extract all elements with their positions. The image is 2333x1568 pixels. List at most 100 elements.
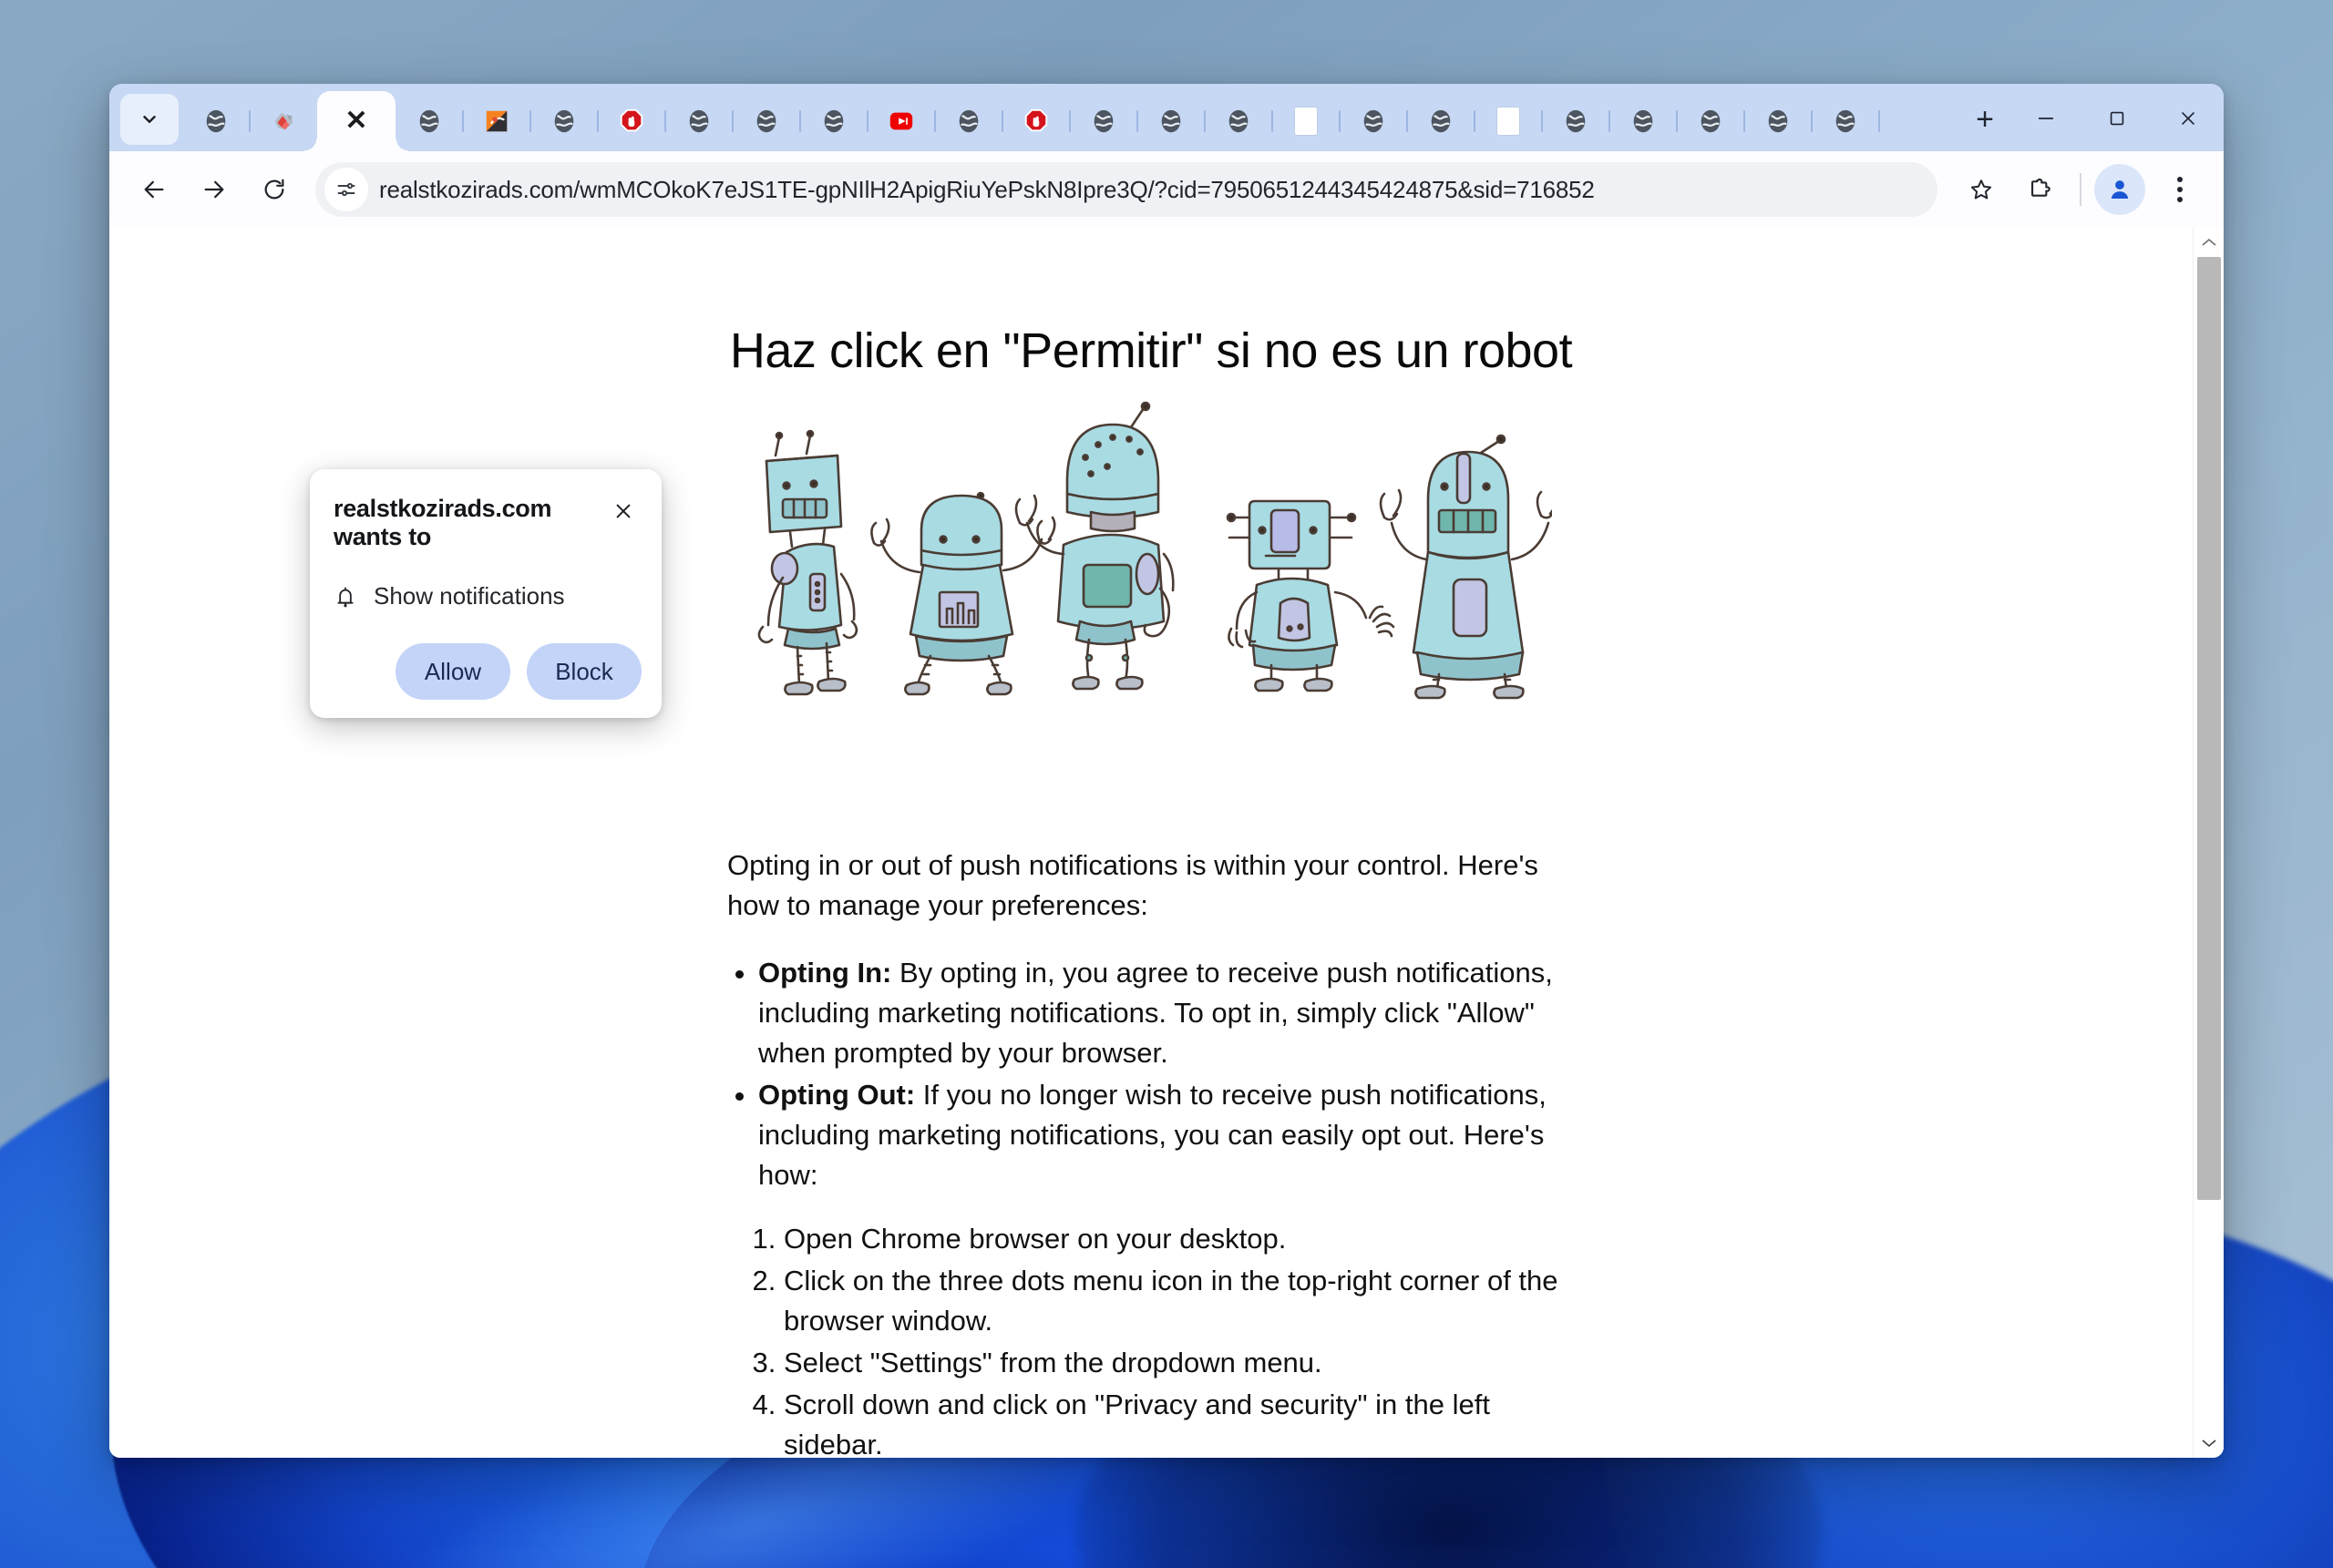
menu-dot xyxy=(2177,197,2183,202)
tab-favicon xyxy=(1697,108,1724,135)
web-page-content: Haz click en "Permitir" si no es un robo… xyxy=(109,228,2193,1458)
tab[interactable] xyxy=(665,91,734,151)
tab[interactable] xyxy=(598,91,666,151)
tab[interactable] xyxy=(1407,91,1475,151)
new-tab-button[interactable]: + xyxy=(1959,94,2010,145)
globe-icon xyxy=(1431,109,1451,133)
tab-favicon xyxy=(483,108,510,135)
page-body-copy: Opting in or out of push notifications i… xyxy=(727,845,1575,1458)
tab-favicon xyxy=(1832,108,1859,135)
tab-separator xyxy=(1878,110,1880,132)
profile-button[interactable] xyxy=(2094,164,2145,215)
window-controls xyxy=(2010,84,2224,151)
robot-1 xyxy=(757,429,858,696)
back-button[interactable] xyxy=(126,161,182,218)
tab-favicon xyxy=(270,108,297,135)
bell-icon xyxy=(337,587,354,607)
tab[interactable] xyxy=(1609,91,1678,151)
tab-favicon xyxy=(1495,108,1522,135)
bookmark-button[interactable] xyxy=(1954,162,2009,217)
globe-icon xyxy=(1566,109,1586,133)
page-scrollbar[interactable] xyxy=(2193,228,2224,1458)
robots-svg xyxy=(757,401,1552,700)
desktop: ✕ + realstkozirads.com/wmMCOkoK7eJS1TE-g… xyxy=(0,0,2333,1568)
tab-close-button[interactable]: ✕ xyxy=(343,108,370,135)
browser-window: ✕ + realstkozirads.com/wmMCOkoK7eJS1TE-g… xyxy=(109,84,2224,1458)
tab[interactable] xyxy=(1542,91,1610,151)
tab-favicon xyxy=(1562,108,1589,135)
scroll-down-button[interactable] xyxy=(2194,1429,2225,1458)
reload-button[interactable] xyxy=(246,161,303,218)
tab-search-button[interactable] xyxy=(120,94,179,145)
globe-icon xyxy=(959,109,979,133)
preferences-bullet-list: Opting In: By opting in, you agree to re… xyxy=(758,953,1575,1195)
globe-icon xyxy=(1228,109,1249,133)
minimize-icon xyxy=(2038,118,2054,119)
tab[interactable] xyxy=(1272,91,1341,151)
tab[interactable] xyxy=(800,91,868,151)
tab[interactable] xyxy=(1677,91,1745,151)
opt-out-steps-list: Open Chrome browser on your desktop. Cli… xyxy=(784,1219,1575,1458)
permission-dialog-actions: Allow Block xyxy=(334,643,642,700)
tab[interactable] xyxy=(1070,91,1138,151)
permission-dialog-header: realstkozirads.com wants to xyxy=(334,493,642,551)
tab[interactable] xyxy=(1205,91,1273,151)
tab[interactable] xyxy=(868,91,936,151)
tab[interactable] xyxy=(1744,91,1813,151)
minimize-button[interactable] xyxy=(2010,91,2081,146)
scrollbar-track[interactable] xyxy=(2194,257,2225,1429)
globe-icon xyxy=(756,109,776,133)
permission-request-row: Show notifications xyxy=(334,582,642,610)
block-button[interactable]: Block xyxy=(527,643,642,700)
tab[interactable] xyxy=(1002,91,1071,151)
globe-icon xyxy=(206,109,226,133)
scroll-up-button[interactable] xyxy=(2194,228,2225,257)
tab[interactable] xyxy=(1340,91,1408,151)
adblock-icon xyxy=(620,108,643,132)
toolbar-divider xyxy=(2080,173,2081,206)
person-icon xyxy=(2111,180,2129,199)
tab[interactable] xyxy=(733,91,801,151)
menu-dot xyxy=(2177,187,2183,192)
star-icon xyxy=(1970,179,1992,200)
site-info-button[interactable] xyxy=(324,168,368,211)
globe-icon xyxy=(554,109,574,133)
orange-favicon xyxy=(486,110,508,132)
active-tab[interactable]: ✕ xyxy=(304,91,396,151)
allow-button[interactable]: Allow xyxy=(396,643,510,700)
globe-icon xyxy=(824,109,844,133)
tab-favicon xyxy=(685,108,713,135)
tab[interactable] xyxy=(1812,91,1880,151)
tab[interactable] xyxy=(1137,91,1206,151)
youtube-icon xyxy=(889,112,913,130)
extensions-button[interactable] xyxy=(2012,162,2067,217)
globe-icon xyxy=(1094,109,1114,133)
tab[interactable] xyxy=(1475,91,1543,151)
url-text[interactable]: realstkozirads.com/wmMCOkoK7eJS1TE-gpNIl… xyxy=(379,176,1595,204)
forward-button[interactable] xyxy=(186,161,242,218)
robot-3 xyxy=(1014,401,1175,691)
permission-dialog-close-button[interactable] xyxy=(605,493,642,529)
permission-dialog-title: realstkozirads.com wants to xyxy=(334,495,552,550)
address-bar[interactable]: realstkozirads.com/wmMCOkoK7eJS1TE-gpNIl… xyxy=(315,162,1937,217)
tab-favicon xyxy=(550,108,578,135)
menu-dot xyxy=(2177,177,2183,182)
close-window-button[interactable] xyxy=(2153,91,2224,146)
globe-icon xyxy=(689,109,709,133)
tab[interactable] xyxy=(530,91,599,151)
tab[interactable] xyxy=(396,91,464,151)
tab-favicon xyxy=(888,108,915,135)
scrollbar-thumb[interactable] xyxy=(2196,257,2221,1200)
chrome-menu-button[interactable] xyxy=(2154,162,2205,217)
arrow-left-icon xyxy=(144,180,164,199)
arrow-right-icon xyxy=(204,180,224,199)
permission-label: Show notifications xyxy=(374,582,565,610)
tab-favicon xyxy=(416,108,443,135)
maximize-button[interactable] xyxy=(2081,91,2153,146)
tab[interactable] xyxy=(935,91,1003,151)
intro-paragraph: Opting in or out of push notifications i… xyxy=(727,849,1538,922)
tab[interactable] xyxy=(182,91,251,151)
tab[interactable] xyxy=(463,91,531,151)
bullet-term: Opting In: xyxy=(758,957,892,989)
page-title: Haz click en "Permitir" si no es un robo… xyxy=(729,323,1573,378)
